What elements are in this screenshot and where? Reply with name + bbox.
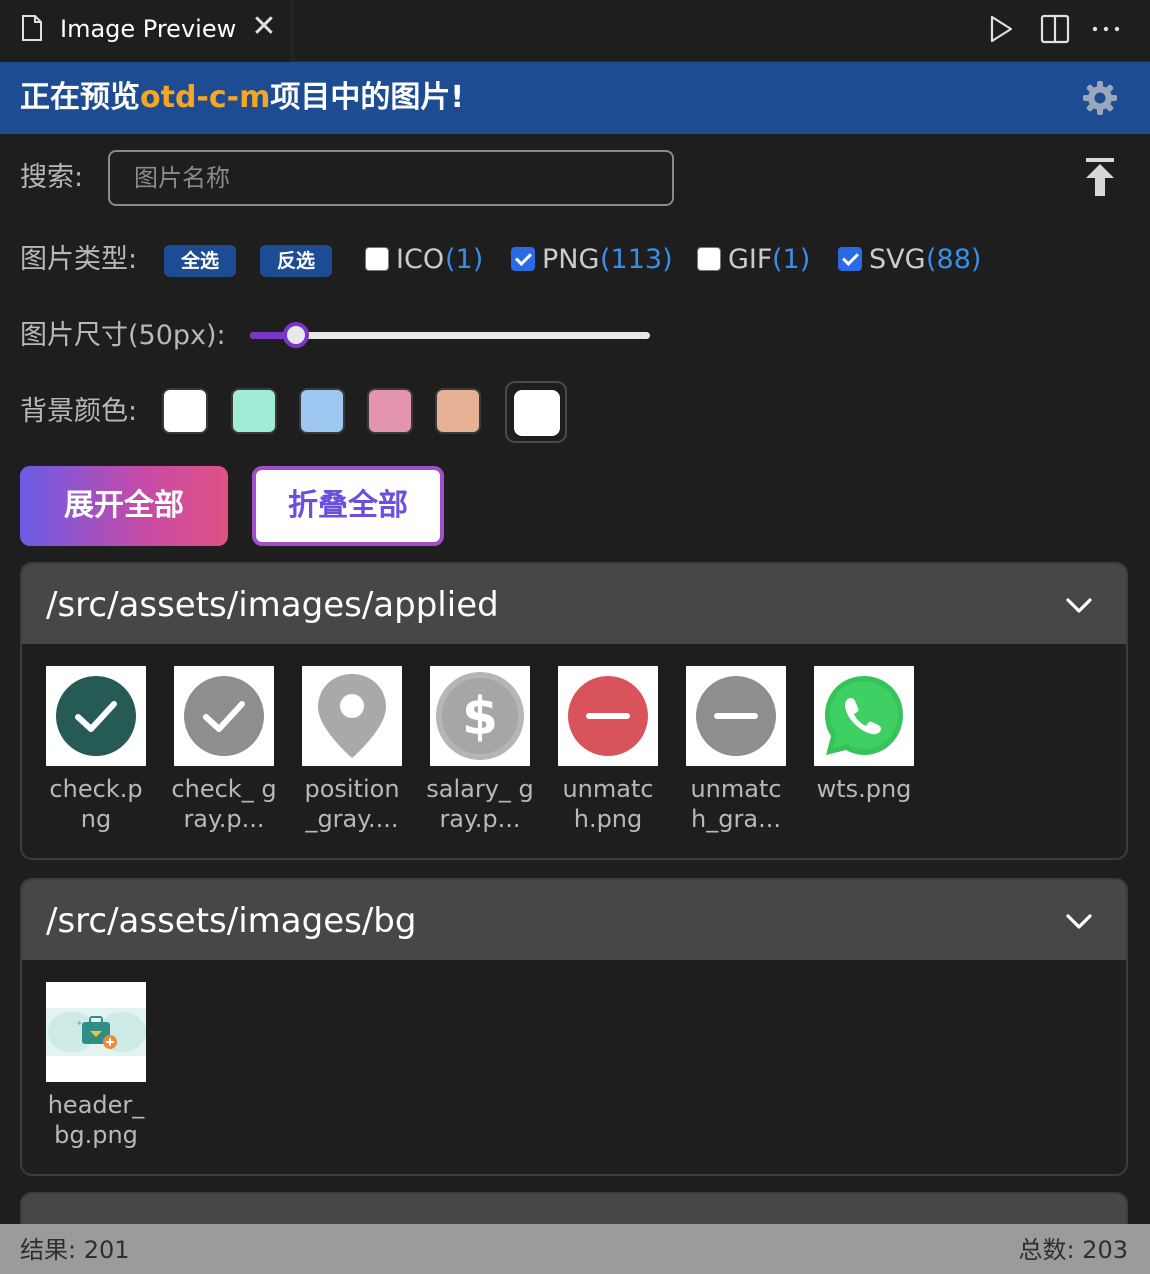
image-preview-app: Image Preview ✕ 正在预览otd-c-m项目中的图片! 搜索: 图… [0, 0, 1150, 1274]
banner-suffix: 项目中的图片! [270, 80, 465, 115]
folder-panel-applied: /src/assets/images/applied check.p ng ch… [20, 562, 1128, 860]
svg-type-label: SVG [869, 244, 926, 275]
selected-color-preview [514, 390, 560, 436]
image-thumbnail [174, 666, 274, 766]
size-slider-track[interactable] [250, 332, 650, 339]
check-circle-gray-icon [184, 676, 264, 756]
ico-count: (1) [445, 244, 484, 275]
image-filename: position _gray.... [304, 775, 400, 833]
image-filename: header_ bg.png [47, 1091, 145, 1149]
minus-circle-red-icon [568, 676, 648, 756]
map-pin-icon [318, 674, 386, 758]
result-count: 结果: 201 [20, 1236, 130, 1264]
image-filename: check.p ng [49, 775, 143, 833]
image-filename: unmatc h.png [562, 775, 654, 833]
png-checkbox[interactable] [511, 247, 535, 271]
image-item[interactable]: ✦ header_ bg.png [46, 982, 146, 1150]
folder-header[interactable]: /src/assets/images/applied [22, 564, 1126, 644]
swatch-mint[interactable] [231, 388, 277, 434]
image-item[interactable]: check_ gray.p... [171, 666, 277, 834]
gif-type-label: GIF [728, 244, 773, 275]
whatsapp-icon [825, 676, 903, 755]
image-size-label: 图片尺寸(50px): [20, 320, 226, 351]
image-thumbnail [686, 666, 786, 766]
status-bar: 结果: 201 总数: 203 [0, 1224, 1150, 1274]
split-editor-icon[interactable] [1038, 12, 1072, 46]
collapse-all-button[interactable]: 折叠全部 [252, 466, 444, 546]
background-color-label: 背景颜色: [20, 396, 138, 427]
invert-selection-button[interactable]: 反选 [260, 245, 332, 277]
image-thumbnail [46, 666, 146, 766]
folder-header[interactable]: /src/assets/images/bg [22, 880, 1126, 960]
png-count: (113) [600, 244, 673, 275]
image-thumbnail: ✦ [46, 982, 146, 1082]
image-filename: wts.png [816, 775, 912, 803]
image-filename: unmatc h_gra... [690, 775, 782, 833]
search-label: 搜索: [20, 162, 84, 193]
image-type-label: 图片类型: [20, 244, 138, 275]
image-filename: salary_ gray.p... [426, 775, 534, 833]
more-actions-icon[interactable] [1089, 12, 1123, 46]
svg-count: (88) [926, 244, 982, 275]
folder-panel-bg: /src/assets/images/bg ✦ header_ bg.png [20, 878, 1128, 1176]
size-slider-handle[interactable] [283, 322, 309, 348]
image-item[interactable]: wts.png [814, 666, 914, 834]
check-circle-icon [56, 676, 136, 756]
image-item[interactable]: unmatc h.png [558, 666, 658, 834]
image-filename: check_ gray.p... [171, 775, 277, 833]
image-thumbnail: $ [430, 666, 530, 766]
image-item[interactable]: check.p ng [46, 666, 146, 834]
gif-count: (1) [772, 244, 811, 275]
expand-all-button[interactable]: 展开全部 [20, 466, 228, 546]
project-name: otd-c-m [140, 80, 271, 115]
image-item[interactable]: unmatc h_gra... [686, 666, 786, 834]
editor-tab-bar: Image Preview ✕ [0, 0, 1150, 62]
run-icon[interactable] [984, 12, 1018, 46]
tab-title: Image Preview [60, 15, 237, 43]
banner-prefix: 正在预览 [20, 80, 140, 115]
swatch-white[interactable] [162, 388, 208, 434]
tab-image-preview[interactable]: Image Preview ✕ [0, 0, 293, 62]
swatch-light-blue[interactable] [299, 388, 345, 434]
folder-path: /src/assets/images/applied [46, 585, 499, 625]
select-all-button[interactable]: 全选 [164, 245, 236, 277]
image-thumbnail [814, 666, 914, 766]
image-item[interactable]: position _gray.... [302, 666, 402, 834]
folder-path: /src/assets/images/bg [46, 901, 417, 941]
file-icon [22, 15, 42, 41]
gif-checkbox[interactable] [697, 247, 721, 271]
chevron-down-icon[interactable] [1064, 590, 1094, 620]
briefcase-illustration-icon: ✦ [46, 1008, 146, 1056]
ico-type-label: ICO [396, 244, 445, 275]
banner-title: 正在预览otd-c-m项目中的图片! [20, 78, 464, 118]
svg-text:✦: ✦ [76, 1019, 83, 1028]
total-count: 总数: 203 [1018, 1236, 1128, 1264]
image-thumbnail [302, 666, 402, 766]
ico-checkbox[interactable] [365, 247, 389, 271]
swatch-peach[interactable] [435, 388, 481, 434]
gear-icon[interactable] [1082, 80, 1118, 116]
dollar-circle-icon: $ [436, 672, 524, 760]
back-to-top-icon[interactable] [1084, 158, 1116, 198]
png-type-label: PNG [542, 244, 600, 275]
minus-circle-gray-icon [696, 676, 776, 756]
svg-text:$: $ [462, 687, 498, 747]
swatch-pink[interactable] [367, 388, 413, 434]
swatch-selected[interactable] [505, 381, 567, 443]
image-thumbnail [558, 666, 658, 766]
close-icon[interactable]: ✕ [250, 12, 278, 42]
svg-checkbox[interactable] [838, 247, 862, 271]
header-banner: 正在预览otd-c-m项目中的图片! [0, 62, 1150, 134]
search-input[interactable] [108, 150, 674, 206]
image-item[interactable]: $ salary_ gray.p... [426, 666, 534, 834]
chevron-down-icon[interactable] [1064, 906, 1094, 936]
